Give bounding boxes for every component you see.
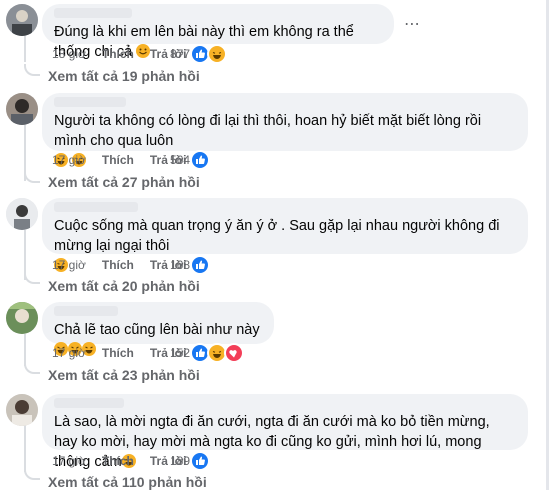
reaction-summary[interactable]: 189 xyxy=(170,451,211,471)
avatar[interactable] xyxy=(6,302,38,334)
like-button[interactable]: Thích xyxy=(102,454,134,468)
reaction-count: 168 xyxy=(170,258,191,272)
thread-elbow xyxy=(24,64,40,76)
comment-time[interactable]: 18 giờ xyxy=(52,47,86,61)
view-replies-link[interactable]: Xem tất cả 23 phản hồi xyxy=(48,367,200,383)
comment-bubble: Chả lẽ tao cũng lên bài như này xyxy=(42,302,274,356)
thread-elbow xyxy=(24,171,40,183)
comment-bubble: Là sao, là mời ngta đi ăn cưới, ngta đi … xyxy=(42,394,528,470)
thread-line xyxy=(24,424,26,472)
haha-reaction-icon xyxy=(207,44,228,64)
avatar[interactable] xyxy=(6,93,38,125)
like-button[interactable]: Thích xyxy=(102,47,134,61)
comment-bubble: Cuộc sống mà quan trọng ý ăn ý ở . Sau g… xyxy=(42,198,528,272)
author-name[interactable] xyxy=(54,202,138,212)
reaction-count: 189 xyxy=(170,454,191,468)
avatar[interactable] xyxy=(6,4,38,36)
like-button[interactable]: Thích xyxy=(102,153,134,167)
comment-bubble: Người ta không có lòng đi lại thì thôi, … xyxy=(42,93,528,167)
thread-elbow xyxy=(24,362,40,374)
like-reaction-icon xyxy=(190,150,211,170)
comment-time[interactable]: 17 giờ xyxy=(52,346,86,360)
comment-time[interactable]: 17 giờ xyxy=(52,258,86,272)
like-button[interactable]: Thích xyxy=(102,346,134,360)
like-reaction-icon xyxy=(190,255,211,275)
view-replies-link[interactable]: Xem tất cả 110 phản hồi xyxy=(48,474,207,490)
view-replies-link[interactable]: Xem tất cả 19 phản hồi xyxy=(48,68,200,84)
comment-time[interactable]: 17 giờ xyxy=(52,153,86,167)
like-button[interactable]: Thích xyxy=(102,258,134,272)
view-replies-link[interactable]: Xem tất cả 27 phản hồi xyxy=(48,174,200,190)
avatar[interactable] xyxy=(6,394,38,426)
author-name[interactable] xyxy=(54,97,126,107)
avatar[interactable] xyxy=(6,198,38,230)
reaction-summary[interactable]: 168 xyxy=(170,255,211,275)
love-reaction-icon xyxy=(224,343,245,363)
reaction-count: 564 xyxy=(170,153,191,167)
view-replies-link[interactable]: Xem tất cả 20 phản hồi xyxy=(48,278,200,294)
thread-line xyxy=(24,34,26,62)
more-options-icon[interactable]: ⋯ xyxy=(404,14,421,34)
reaction-summary[interactable]: 877 xyxy=(170,44,228,64)
reaction-summary[interactable]: 152 xyxy=(170,343,245,363)
author-name[interactable] xyxy=(54,8,132,18)
comment-time[interactable]: 17 giờ xyxy=(52,454,86,468)
reaction-summary[interactable]: 564 xyxy=(170,150,211,170)
reaction-count: 877 xyxy=(170,47,191,61)
comment-bubble: Đúng là khi em lên bài này thì em không … xyxy=(42,4,394,60)
author-name[interactable] xyxy=(54,306,118,316)
thread-elbow xyxy=(24,468,40,480)
reaction-count: 152 xyxy=(170,346,191,360)
author-name[interactable] xyxy=(54,398,124,408)
like-reaction-icon xyxy=(190,451,211,471)
thread-elbow xyxy=(24,272,40,284)
